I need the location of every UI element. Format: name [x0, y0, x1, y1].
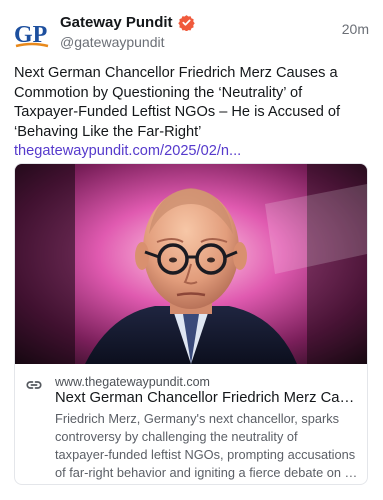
post-header: GP Gateway Pundit @gatewaypundit 20m — [14, 12, 369, 53]
card-description-line: of far-right behavior and igniting a fie… — [55, 465, 361, 480]
author-info: Gateway Pundit @gatewaypundit — [60, 12, 195, 50]
avatar[interactable]: GP — [14, 15, 52, 53]
link-preview-card[interactable]: www.thegatewaypundit.com Next German Cha… — [14, 163, 368, 485]
author-display-name[interactable]: Gateway Pundit — [60, 14, 173, 31]
author-handle[interactable]: @gatewaypundit — [60, 34, 195, 50]
card-image[interactable] — [15, 164, 367, 364]
card-title[interactable]: Next German Chancellor Friedrich Merz Ca… — [55, 390, 361, 406]
post[interactable]: GP Gateway Pundit @gatewaypundit 20m Nex… — [0, 0, 383, 500]
post-text: Next German Chancellor Friedrich Merz Ca… — [14, 64, 366, 162]
gateway-pundit-logo: GP — [14, 22, 49, 48]
card-description-line: controversy by challenging the neutralit… — [55, 429, 298, 444]
post-text-line: ‘Behaving Like the Far-Right’ — [14, 123, 202, 140]
link-chain-icon — [25, 376, 43, 394]
card-description-line: Friedrich Merz, Germany's next chancello… — [55, 411, 340, 426]
verified-badge-icon — [177, 14, 195, 31]
card-body: www.thegatewaypundit.com Next German Cha… — [15, 364, 367, 484]
card-description: Friedrich Merz, Germany's next chancello… — [55, 410, 361, 482]
card-description-line: taxpayer-funded leftist NGOs, prompting … — [55, 447, 356, 462]
post-text-line: Next German Chancellor Friedrich Merz Ca… — [14, 65, 338, 81]
post-timestamp[interactable]: 20m — [342, 21, 369, 37]
post-text-line: Taxpayer-Funded Leftist NGOs – He is Acc… — [14, 104, 341, 120]
card-domain: www.thegatewaypundit.com — [55, 375, 210, 389]
post-link[interactable]: thegatewaypundit.com/2025/02/n... — [14, 142, 366, 162]
post-text-line: Commotion by Questioning the ‘Neutrality… — [14, 84, 303, 101]
